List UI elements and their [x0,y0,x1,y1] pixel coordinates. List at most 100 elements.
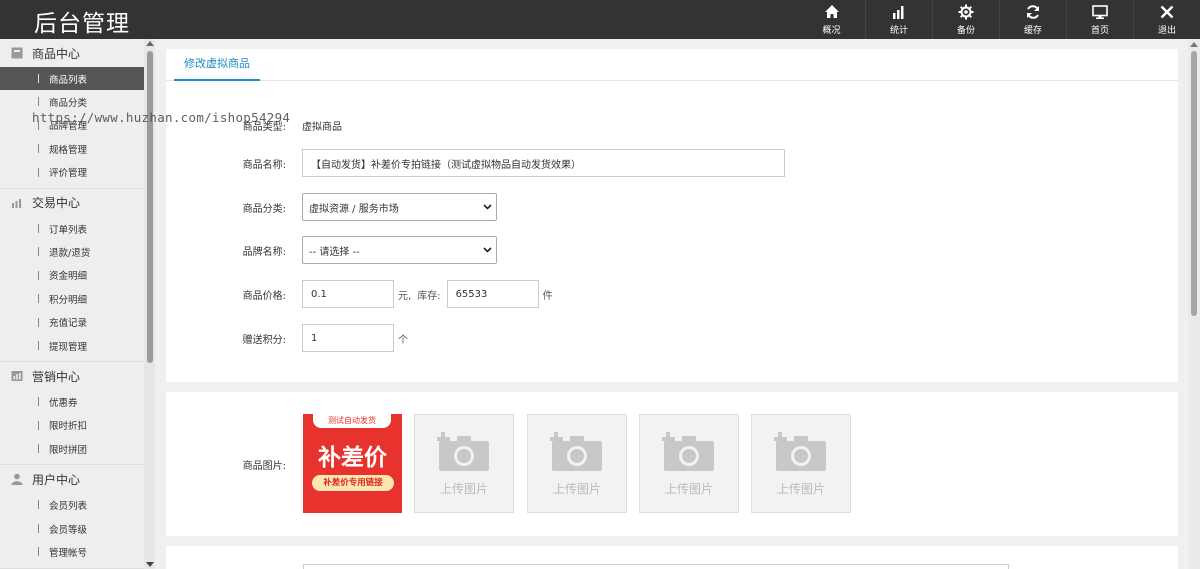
product-image-pill: 补差价专用链接 [312,475,394,491]
sidebar-group-title[interactable]: 用户中心 [0,465,144,493]
sidebar-group-marketing: 营销中心 优惠券 限时折扣 限时拼团 [0,362,144,466]
brand-select[interactable]: -- 请选择 -- [302,236,497,264]
scroll-down-arrow-icon[interactable] [146,562,154,567]
product-image[interactable]: 测试自动发货 补差价 补差价专用链接 [303,414,402,513]
topnav-backup[interactable]: 备份 [932,0,999,39]
sidebar-group-title[interactable]: 商品中心 [0,39,144,67]
sidebar-item-admin-accounts[interactable]: 管理帐号 [0,540,144,563]
sidebar-item-label: 规格管理 [49,144,88,156]
main-scrollbar[interactable] [1188,39,1200,569]
topnav-label: 缓存 [1023,25,1042,36]
sidebar-item-label: 管理帐号 [49,547,88,559]
sidebar-item-orders[interactable]: 订单列表 [0,217,144,240]
goods-name-input[interactable]: 【自动发货】补差价专拍链接（测试虚拟物品自动发货效果） [302,149,785,177]
sidebar-group-title[interactable]: 营销中心 [0,362,144,390]
category-select-value: 虚拟资源 / 服务市场 [309,203,399,215]
refresh-icon [1027,4,1039,19]
upload-label: 上传图片 [439,482,488,496]
upload-image-slot[interactable]: 上传图片 [414,414,514,513]
sidebar-item-label: 积分明细 [49,294,88,306]
scroll-up-arrow-icon[interactable] [1190,42,1198,47]
scrollbar-thumb[interactable] [147,51,153,363]
sidebar-group-label: 用户中心 [32,472,81,487]
sidebar-item-withdraw[interactable]: 提现管理 [0,334,144,357]
points-row: 赠送积分: 1 个 [166,324,408,352]
home-icon [824,4,839,18]
sidebar-item-label: 商品列表 [49,74,88,86]
sidebar-item-label: 会员等级 [49,524,88,536]
price-input[interactable]: 0.1 [302,280,394,308]
category-row: 商品分类: 虚拟资源 / 服务市场 [166,193,497,221]
sidebar-item-review[interactable]: 评价管理 [0,161,144,184]
camera-add-icon [774,432,826,471]
topnav-label: 首页 [1090,25,1109,36]
sidebar-item-label: 限时拼团 [49,444,88,456]
gear-icon [958,4,974,19]
app-title: 后台管理 [34,11,130,37]
sidebar-item-funds[interactable]: 资金明细 [0,264,144,287]
sidebar-item-member-level[interactable]: 会员等级 [0,517,144,540]
sidebar-item-coupon[interactable]: 优惠券 [0,390,144,413]
sidebar-item-groupbuy[interactable]: 限时拼团 [0,437,144,460]
sidebar-item-label: 商品分类 [49,98,88,110]
sidebar-group-label: 营销中心 [32,369,81,384]
brand-select-value: -- 请选择 -- [309,246,360,258]
sidebar-group-user: 用户中心 会员列表 会员等级 管理帐号 [0,465,144,569]
sidebar-item-label: 订单列表 [49,224,88,236]
stock-label: 库存: [417,290,441,302]
product-image-banner: 测试自动发货 [313,414,391,428]
chevron-down-icon [483,204,492,210]
next-field[interactable] [303,564,1009,569]
stock-unit: 件 [542,290,553,302]
points-input[interactable]: 1 [302,324,394,352]
upload-label: 上传图片 [664,482,713,496]
images-panel: 商品图片: 测试自动发货 补差价 补差价专用链接 上传图片 上传图片 上传图片 … [166,392,1178,536]
chevron-down-icon [483,247,492,253]
topnav-home[interactable]: 首页 [1066,0,1133,39]
sidebar-item-spec[interactable]: 规格管理 [0,137,144,160]
top-bar: 后台管理 概况 统计 备份 缓存 首页 退出 [0,0,1200,39]
category-label: 商品分类: [242,203,286,215]
stock-input[interactable]: 65533 [446,280,539,308]
sidebar-item-refund[interactable]: 退款/退货 [0,240,144,263]
upload-label: 上传图片 [776,482,825,496]
sidebar-item-members[interactable]: 会员列表 [0,493,144,516]
category-select[interactable]: 虚拟资源 / 服务市场 [302,193,497,221]
sidebar-item-label: 限时折扣 [49,421,88,433]
topnav-label: 备份 [956,25,975,36]
topnav-logout[interactable]: 退出 [1133,0,1200,39]
topnav-cache[interactable]: 缓存 [999,0,1066,39]
tab-edit-virtual-goods[interactable]: 修改虚拟商品 [174,49,260,81]
sidebar-item-goods-list[interactable]: 商品列表 [0,67,144,91]
topnav-stats[interactable]: 统计 [865,0,932,39]
upload-image-slot[interactable]: 上传图片 [639,414,739,513]
upload-image-slot[interactable]: 上传图片 [527,414,627,513]
sidebar-group-label: 交易中心 [32,196,81,211]
goods-icon [11,47,23,59]
topnav-label: 概况 [822,25,841,36]
sidebar-item-label: 充值记录 [49,318,88,330]
watermark-text: https://www.huzhan.com/ishop54294 [32,110,291,125]
sidebar-group-title[interactable]: 交易中心 [0,189,144,217]
brand-row: 品牌名称: -- 请选择 -- [166,236,497,264]
points-label: 赠送积分: [242,334,286,346]
close-icon [1160,5,1174,18]
brand-label: 品牌名称: [242,246,286,258]
topnav-overview[interactable]: 概况 [798,0,865,39]
topnav-label: 退出 [1157,25,1176,36]
user-icon [11,474,23,486]
sidebar-item-label: 退款/退货 [49,248,91,260]
sidebar-item-discount[interactable]: 限时折扣 [0,414,144,437]
price-label: 商品价格: [242,290,286,302]
sidebar-item-points[interactable]: 积分明细 [0,287,144,310]
sidebar-item-label: 提现管理 [49,341,88,353]
name-label: 商品名称: [242,159,286,171]
topnav-label: 统计 [889,25,908,36]
price-unit: 元, [398,290,412,302]
upload-image-slot[interactable]: 上传图片 [751,414,851,513]
sidebar-item-recharge[interactable]: 充值记录 [0,311,144,334]
points-unit: 个 [398,334,408,346]
scrollbar-thumb[interactable] [1191,51,1197,316]
market-icon [11,371,23,382]
scroll-up-arrow-icon[interactable] [146,41,154,46]
